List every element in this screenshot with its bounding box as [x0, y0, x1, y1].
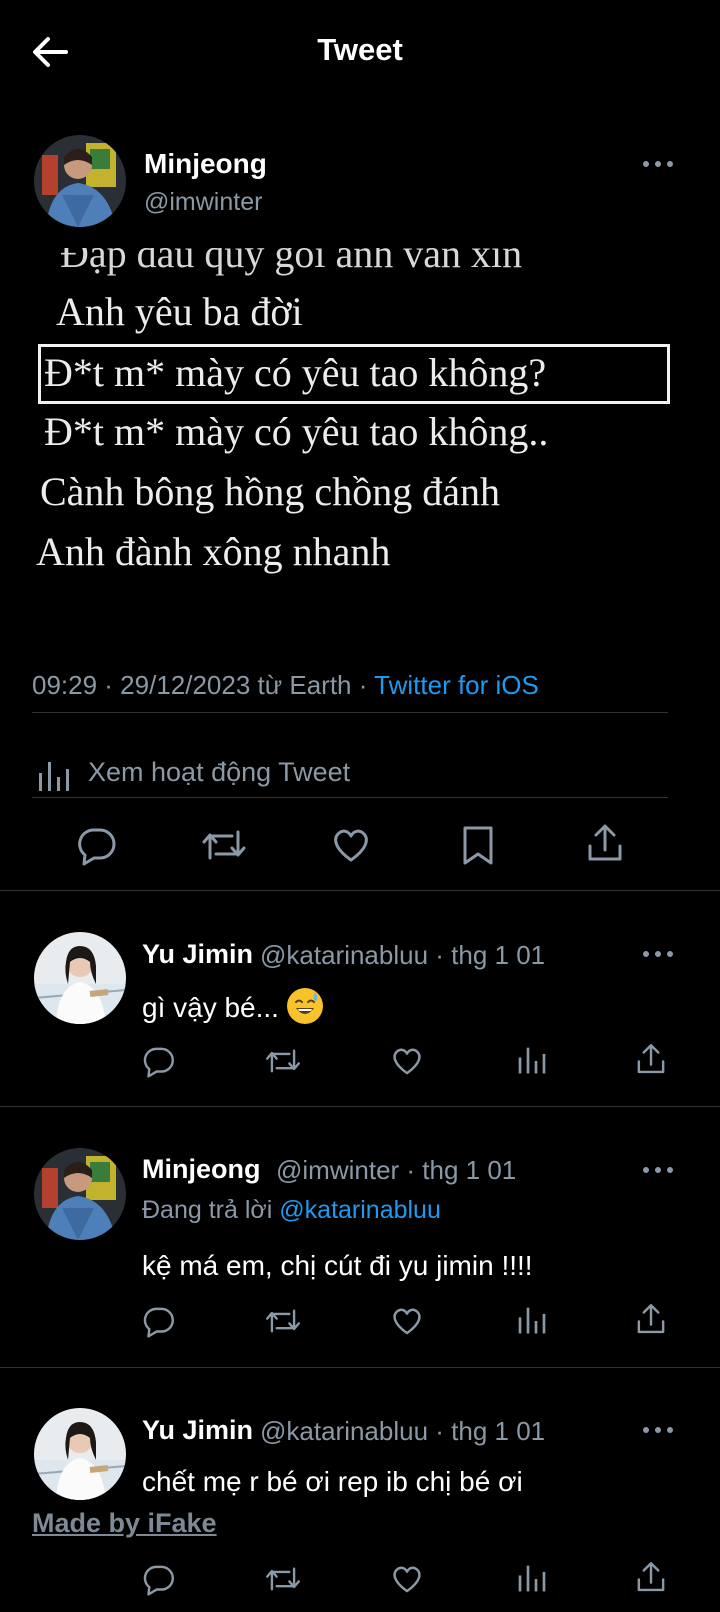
- reply-author-handle[interactable]: @katarinabluu · thg 1 01: [260, 1416, 545, 1447]
- tweet-meta: 09:29 · 29/12/2023 từ Earth · Twitter fo…: [32, 670, 539, 701]
- replying-to: Đang trả lời @katarinabluu: [142, 1196, 441, 1225]
- reply-icon[interactable]: [142, 1304, 176, 1338]
- reply-icon[interactable]: [142, 1562, 176, 1596]
- like-icon[interactable]: [390, 1304, 424, 1338]
- divider: [32, 797, 668, 798]
- reply-icon[interactable]: [142, 1044, 176, 1078]
- avatar[interactable]: [34, 932, 126, 1024]
- retweet-icon[interactable]: [264, 1304, 302, 1338]
- more-icon[interactable]: [640, 1420, 676, 1440]
- bookmark-icon[interactable]: [458, 824, 498, 866]
- reply-author-name[interactable]: Minjeong: [142, 1154, 260, 1185]
- analytics-icon[interactable]: [516, 1044, 548, 1078]
- divider: [0, 1367, 720, 1368]
- reply-text: chết mẹ r bé ơi rep ib chị bé ơi: [142, 1466, 523, 1497]
- more-icon[interactable]: [640, 154, 676, 174]
- avatar[interactable]: [34, 1148, 126, 1240]
- like-icon[interactable]: [390, 1044, 424, 1078]
- retweet-icon[interactable]: [264, 1044, 302, 1078]
- watermark: Made by iFake: [32, 1508, 217, 1538]
- sweat-smile-emoji: [286, 988, 323, 1024]
- share-icon[interactable]: [634, 1302, 668, 1336]
- retweet-icon[interactable]: [264, 1562, 302, 1596]
- reply-author-handle[interactable]: @imwinter · thg 1 01: [276, 1155, 516, 1186]
- divider: [0, 1106, 720, 1107]
- reply-text: gì vậy bé...: [142, 988, 323, 1024]
- image-text-line: Cành bông hồng chồng đánh: [40, 469, 500, 514]
- image-text-line: Đ*t m* mày có yêu tao không?: [44, 350, 547, 395]
- reply-author-handle[interactable]: @katarinabluu · thg 1 01: [260, 940, 545, 971]
- analytics-icon: [39, 762, 69, 791]
- like-icon[interactable]: [330, 824, 372, 866]
- tweet-source-link[interactable]: Twitter for iOS: [374, 670, 539, 700]
- analytics-icon[interactable]: [516, 1562, 548, 1596]
- top-bar: Tweet: [0, 0, 720, 106]
- avatar[interactable]: [34, 135, 126, 227]
- divider: [32, 712, 668, 713]
- page-title: Tweet: [317, 32, 403, 67]
- more-icon[interactable]: [640, 1160, 676, 1180]
- share-icon[interactable]: [634, 1042, 668, 1076]
- image-text-line: Đ*t m* mày có yêu tao không..: [44, 409, 549, 454]
- tweet-image[interactable]: Đập đầu quỳ gối anh vẫn xin Anh yêu ba đ…: [30, 248, 688, 618]
- reply-text-content: gì vậy bé...: [142, 992, 279, 1023]
- divider: [0, 890, 720, 891]
- mention-link[interactable]: @katarinabluu: [279, 1196, 441, 1224]
- tweet-timestamp: 09:29 · 29/12/2023 từ Earth ·: [32, 670, 375, 700]
- reply-author-name[interactable]: Yu Jimin: [142, 939, 253, 970]
- more-icon[interactable]: [640, 944, 676, 964]
- author-name[interactable]: Minjeong: [144, 148, 267, 180]
- replying-to-label: Đang trả lời: [142, 1196, 280, 1224]
- reply-author-name[interactable]: Yu Jimin: [142, 1415, 253, 1446]
- image-text-line: Anh yêu ba đời: [56, 289, 303, 334]
- author-handle[interactable]: @imwinter: [144, 188, 262, 217]
- image-text-line: Anh đành xông nhanh: [36, 529, 391, 574]
- reply-icon[interactable]: [76, 824, 118, 866]
- reply-text: kệ má em, chị cút đi yu jimin !!!!: [142, 1250, 533, 1281]
- like-icon[interactable]: [390, 1562, 424, 1596]
- image-text-line: Đập đầu quỳ gối anh vẫn xin: [60, 248, 523, 276]
- share-icon[interactable]: [584, 822, 626, 864]
- tweet-activity-label: Xem hoạt động Tweet: [88, 757, 351, 787]
- share-icon[interactable]: [634, 1560, 668, 1594]
- retweet-icon[interactable]: [200, 824, 248, 866]
- avatar[interactable]: [34, 1408, 126, 1500]
- analytics-icon[interactable]: [516, 1304, 548, 1338]
